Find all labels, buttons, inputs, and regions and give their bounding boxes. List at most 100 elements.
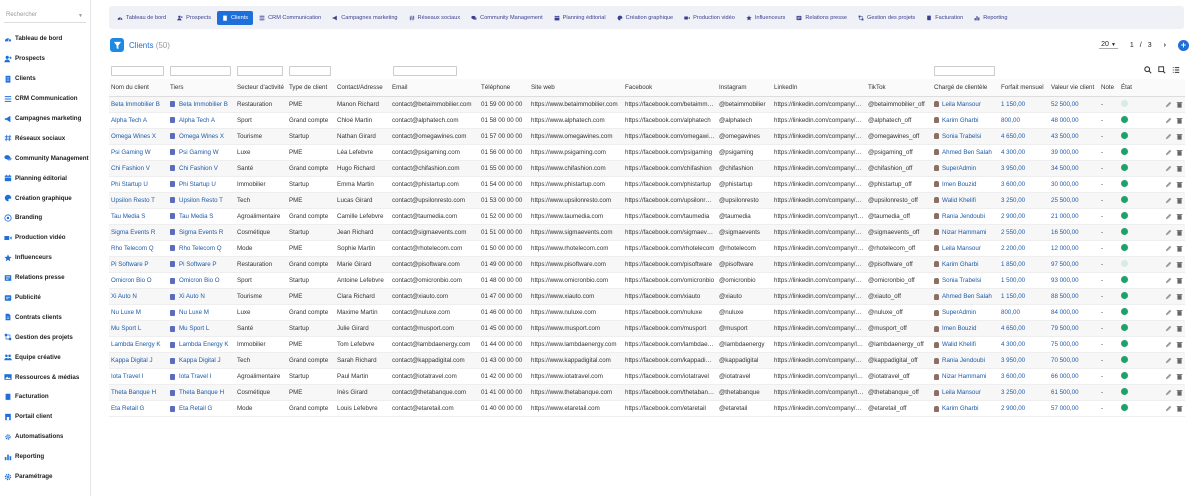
- account-manager[interactable]: Sonia Trabelsi: [934, 277, 997, 284]
- tab-chart[interactable]: Reporting: [969, 11, 1012, 25]
- table-row[interactable]: Psi Gaming W Psi Gaming W Luxe PME Léa Lefeb…: [109, 144, 1185, 161]
- table-row[interactable]: Omega Wines X Omega Wines X Tourisme Startu…: [109, 128, 1185, 145]
- sidebar-item-list[interactable]: CRM Communication: [4, 89, 90, 109]
- table-row[interactable]: Beta Immobilier B Beta Immobilier B Restau…: [109, 96, 1185, 113]
- tiers-link[interactable]: Eta Retail G: [170, 405, 233, 412]
- account-manager[interactable]: Rania Jendoubi: [934, 357, 997, 364]
- cell-tiers[interactable]: Omega Wines X: [168, 128, 235, 145]
- zoom-icon[interactable]: [1158, 66, 1166, 74]
- sidebar-item-gear[interactable]: Paramétrage: [4, 467, 90, 487]
- sidebar-item-star[interactable]: Influenceurs: [4, 248, 90, 268]
- column-header[interactable]: Contact/Adresse: [335, 79, 390, 97]
- cell-nom[interactable]: Mu Sport L: [109, 320, 168, 338]
- account-manager[interactable]: Nizar Hammami: [934, 373, 997, 380]
- cell-nom[interactable]: Nu Luxe M: [109, 304, 168, 322]
- sidebar-item-team[interactable]: Équipe créative: [4, 347, 90, 367]
- sidebar-item-calendar[interactable]: Planning éditorial: [4, 168, 90, 188]
- edit-icon[interactable]: [1165, 101, 1172, 108]
- delete-icon[interactable]: [1176, 101, 1183, 108]
- delete-icon[interactable]: [1176, 197, 1183, 204]
- delete-icon[interactable]: [1176, 117, 1183, 124]
- tab-megaphone[interactable]: Campagnes marketing: [327, 11, 402, 25]
- table-row[interactable]: Mu Sport L Mu Sport L Santé Startup Julie Gi…: [109, 320, 1185, 338]
- page-size-select[interactable]: 20 ▼: [1099, 41, 1118, 49]
- sidebar-item-target[interactable]: Branding: [4, 208, 90, 228]
- delete-icon[interactable]: [1176, 357, 1183, 364]
- table-row[interactable]: Chi Fashion V Chi Fashion V Santé Grand com…: [109, 160, 1185, 177]
- table-row[interactable]: Iota Travel I Iota Travel I Agroalimentair…: [109, 368, 1185, 386]
- tiers-link[interactable]: Upsilon Resto T: [170, 197, 233, 204]
- column-header[interactable]: Site web: [529, 79, 623, 97]
- delete-icon[interactable]: [1176, 405, 1183, 413]
- sidebar-item-project[interactable]: Gestion des projets: [4, 327, 90, 347]
- edit-icon[interactable]: [1165, 229, 1172, 236]
- tiers-link[interactable]: Lambda Energy K: [170, 341, 233, 348]
- delete-icon[interactable]: [1176, 309, 1183, 316]
- tab-building[interactable]: Clients: [217, 10, 254, 25]
- tiers-link[interactable]: Phi Startup U: [170, 181, 233, 188]
- table-row[interactable]: Kappa Digital J Kappa Digital J Tech Grand …: [109, 352, 1185, 370]
- tiers-link[interactable]: Alpha Tech A: [170, 117, 233, 124]
- sidebar-item-automation[interactable]: Automatisations: [4, 427, 90, 447]
- account-manager[interactable]: Karim Gharbi: [934, 261, 997, 268]
- column-header[interactable]: Valeur vie client: [1049, 79, 1099, 97]
- column-header[interactable]: TikTok: [866, 79, 932, 97]
- account-manager[interactable]: Ahmed Ben Salah: [934, 293, 997, 300]
- cell-nom[interactable]: Chi Fashion V: [109, 160, 168, 177]
- next-page-button[interactable]: ›: [1164, 42, 1166, 49]
- page-current[interactable]: 1: [1130, 42, 1134, 49]
- cell-tiers[interactable]: Eta Retail G: [168, 400, 235, 418]
- chevron-down-icon[interactable]: ▼: [78, 13, 83, 19]
- delete-icon[interactable]: [1176, 293, 1183, 300]
- sidebar-item-media[interactable]: Ressources & médias: [4, 367, 90, 387]
- tab-dashboard[interactable]: Tableau de bord: [112, 11, 171, 25]
- edit-icon[interactable]: [1165, 405, 1172, 412]
- tab-list[interactable]: CRM Communication: [254, 11, 326, 25]
- cell-nom[interactable]: Alpha Tech A: [109, 112, 168, 129]
- account-manager[interactable]: Imen Bouzid: [934, 325, 997, 332]
- tab-palette[interactable]: Création graphique: [612, 11, 679, 25]
- delete-icon[interactable]: [1176, 181, 1183, 188]
- edit-icon[interactable]: [1165, 389, 1172, 396]
- delete-icon[interactable]: [1176, 389, 1183, 397]
- account-manager[interactable]: Karim Gharbi: [934, 117, 997, 124]
- column-header[interactable]: LinkedIn: [772, 79, 866, 97]
- tab-video[interactable]: Production vidéo: [679, 11, 740, 25]
- account-manager[interactable]: Leila Mansour: [934, 389, 997, 396]
- cell-tiers[interactable]: Upsilon Resto T: [168, 192, 235, 209]
- cell-tiers[interactable]: Beta Immobilier B: [168, 96, 235, 113]
- account-manager[interactable]: Leila Mansour: [934, 245, 997, 252]
- cell-tiers[interactable]: Phi Startup U: [168, 176, 235, 193]
- delete-icon[interactable]: [1176, 325, 1183, 332]
- cell-nom[interactable]: Eta Retail G: [109, 400, 168, 418]
- table-row[interactable]: Tau Media S Tau Media S Agroalimentaire Gra…: [109, 208, 1185, 225]
- table-row[interactable]: Xi Auto N Xi Auto N Tourisme PME Clara Richa…: [109, 288, 1185, 306]
- cell-nom[interactable]: Pi Software P: [109, 256, 168, 274]
- tab-project[interactable]: Gestion des projets: [853, 11, 920, 25]
- tiers-link[interactable]: Xi Auto N: [170, 293, 233, 300]
- column-header[interactable]: Instagram: [717, 79, 772, 97]
- sidebar-item-user-plus[interactable]: Prospects: [4, 49, 90, 69]
- tiers-link[interactable]: Beta Immobilier B: [170, 101, 233, 108]
- add-client-button[interactable]: +: [1178, 39, 1189, 51]
- account-manager[interactable]: SuperAdmin: [934, 309, 997, 316]
- table-row[interactable]: Upsilon Resto T Upsilon Resto T Tech PME Luc…: [109, 192, 1185, 209]
- edit-icon[interactable]: [1165, 149, 1172, 156]
- edit-icon[interactable]: [1165, 293, 1172, 300]
- sidebar-item-invoice[interactable]: Facturation: [4, 387, 90, 407]
- delete-icon[interactable]: [1176, 261, 1183, 268]
- delete-icon[interactable]: [1176, 149, 1183, 156]
- cell-nom[interactable]: Tau Media S: [109, 208, 168, 225]
- account-manager[interactable]: Rania Jendoubi: [934, 213, 997, 220]
- tab-chat[interactable]: Community Management: [466, 11, 548, 25]
- account-manager[interactable]: Sonia Trabelsi: [934, 133, 997, 140]
- column-header[interactable]: Type de client: [287, 79, 335, 97]
- cell-nom[interactable]: Psi Gaming W: [109, 144, 168, 161]
- tiers-link[interactable]: Tau Media S: [170, 213, 233, 220]
- edit-icon[interactable]: [1165, 357, 1172, 364]
- edit-icon[interactable]: [1165, 341, 1172, 348]
- tiers-link[interactable]: Mu Sport L: [170, 325, 233, 332]
- cell-tiers[interactable]: Rho Telecom Q: [168, 240, 235, 257]
- sidebar-item-chat[interactable]: Community Management: [4, 148, 90, 168]
- delete-icon[interactable]: [1176, 277, 1183, 284]
